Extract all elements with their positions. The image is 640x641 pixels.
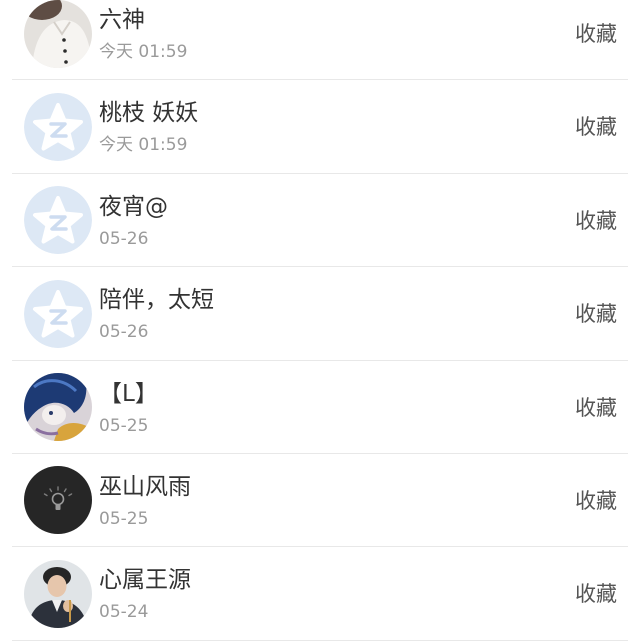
favorite-button[interactable]: 收藏	[575, 394, 617, 422]
favorite-button[interactable]: 收藏	[575, 20, 617, 48]
lightbulb-avatar	[24, 466, 92, 535]
avatar[interactable]	[24, 559, 92, 628]
avatar[interactable]	[24, 186, 92, 255]
favorite-button[interactable]: 收藏	[575, 487, 617, 515]
contact-name: 心属王源	[99, 567, 191, 594]
list-item[interactable]: 六神今天 01:59 收藏	[12, 0, 628, 81]
contact-name: 六神	[99, 7, 145, 33]
list-item[interactable]: 桃枝 妖妖今天 01:59 收藏	[12, 80, 628, 174]
message-date: 05-24	[99, 602, 149, 623]
favorite-button[interactable]: 收藏	[575, 580, 617, 608]
avatar[interactable]	[24, 466, 92, 535]
favorite-button[interactable]: 收藏	[575, 207, 617, 235]
message-date: 05-25	[99, 508, 149, 529]
message-date: 今天 01:59	[99, 42, 188, 62]
contact-name: 陪伴，太短	[99, 287, 214, 314]
message-date: 05-25	[99, 415, 149, 436]
avatar[interactable]	[24, 279, 92, 348]
message-date: 05-26	[99, 322, 149, 343]
list-item[interactable]: 夜宵@ 05-26 收藏	[12, 174, 628, 268]
list-item[interactable]: 陪伴，太短 05-26 收藏	[12, 267, 628, 361]
photo-portrait-light-avatar	[24, 0, 92, 68]
list-item[interactable]: 心属王源 05-24 收藏	[12, 547, 628, 641]
contact-name: 桃枝 妖妖	[99, 100, 199, 127]
list-item[interactable]: 巫山风雨 05-25 收藏	[12, 454, 628, 548]
contact-name: 巫山风雨	[99, 473, 191, 500]
avatar[interactable]	[24, 92, 92, 161]
favorite-button[interactable]: 收藏	[575, 113, 617, 141]
list-item[interactable]: 【L】 05-25 收藏	[12, 361, 628, 454]
avatar[interactable]	[24, 0, 92, 68]
contact-name: 【L】	[99, 380, 158, 407]
avatar[interactable]	[24, 373, 92, 442]
default-star-avatar	[24, 279, 92, 348]
default-star-avatar	[24, 186, 92, 255]
message-date: 今天 01:59	[99, 135, 188, 156]
message-date: 05-26	[99, 228, 149, 249]
favorites-list: 六神 今天 01:59 收藏 桃枝 妖妖 今天 01:59 收藏 夜宵@ 05-26 收藏 陪伴，…	[0, 0, 640, 641]
default-star-avatar	[24, 92, 92, 161]
anime-portrait-avatar	[24, 373, 92, 442]
photo-portrait-jacket-avatar	[24, 559, 92, 628]
favorite-button[interactable]: 收藏	[575, 300, 617, 328]
contact-name: 夜宵@	[99, 193, 168, 220]
